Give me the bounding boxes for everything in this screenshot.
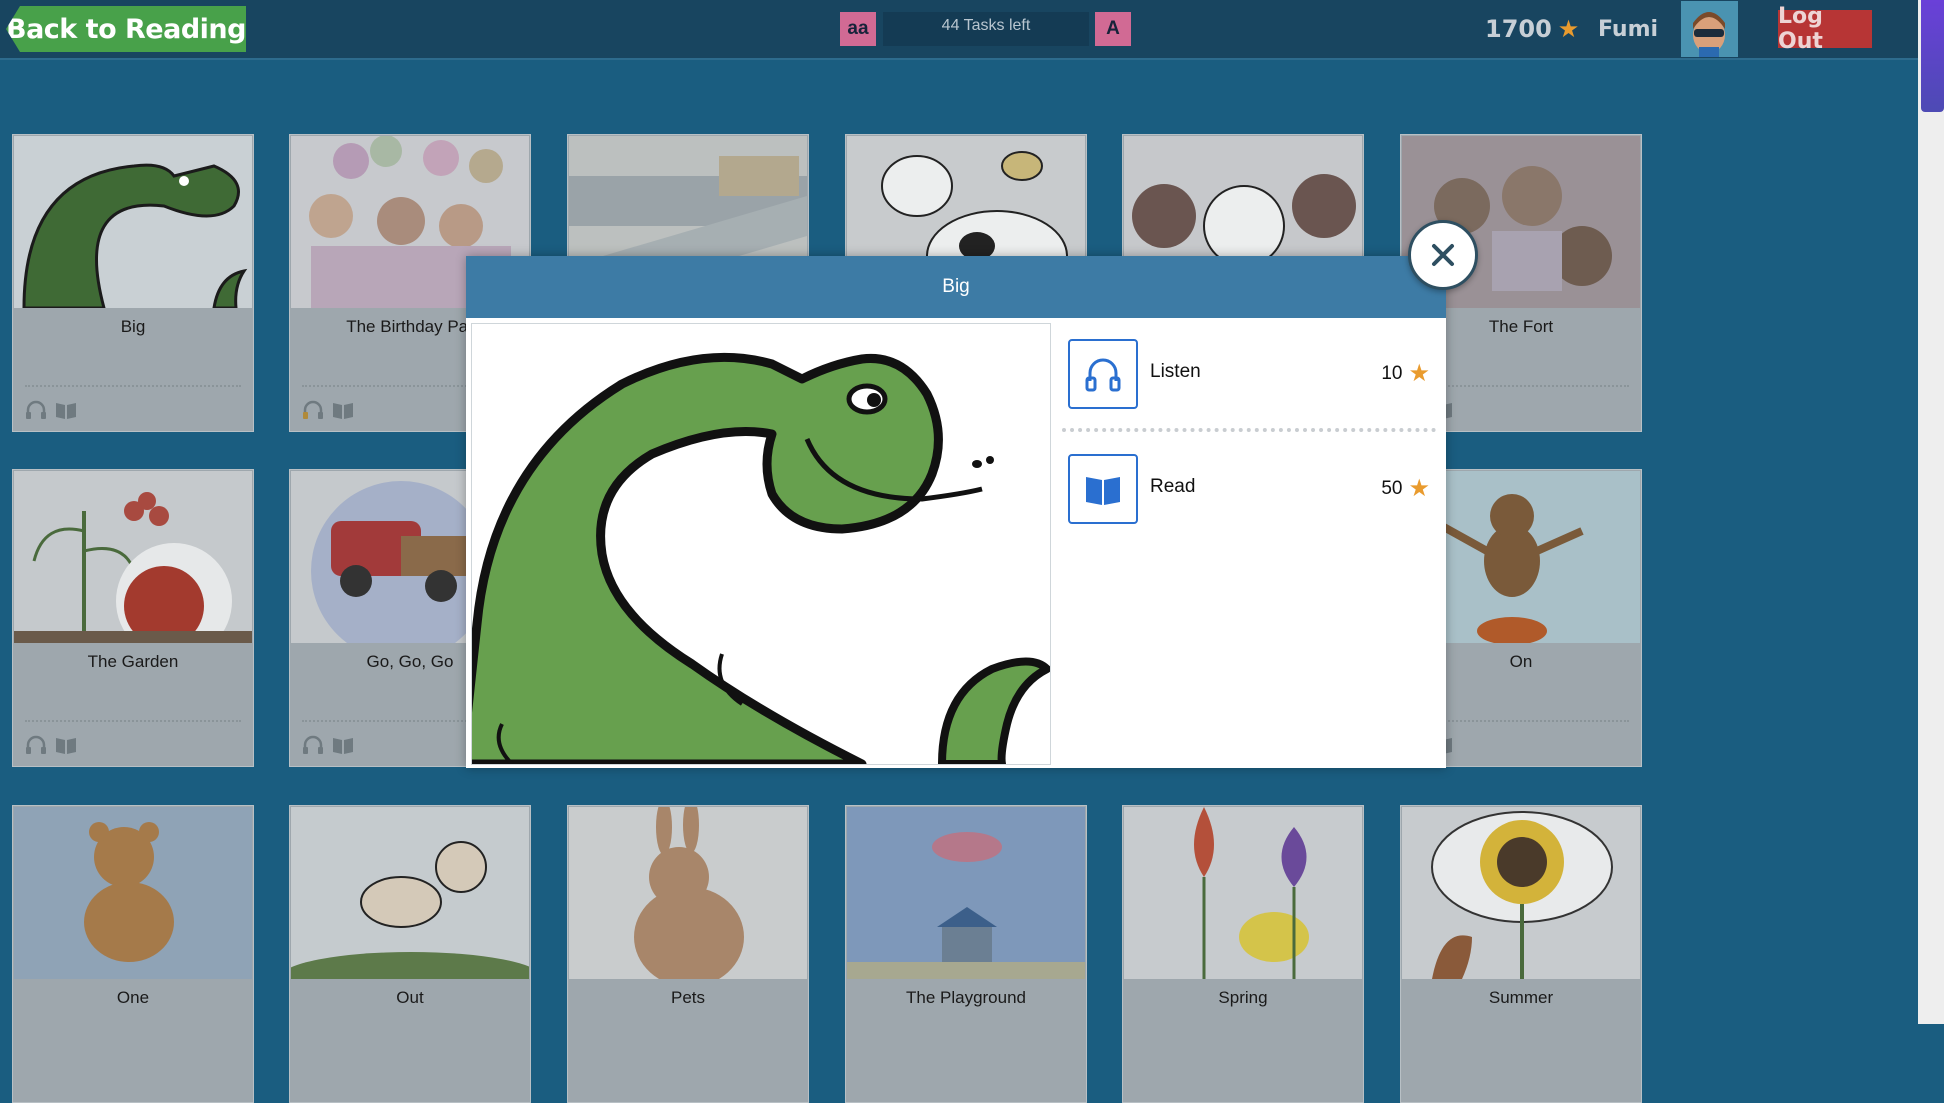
top-bar: Back to Reading aa 44 Tasks left A 1700 … [0, 0, 1918, 60]
tasks-left-counter: 44 Tasks left [883, 12, 1089, 46]
close-dialog-button[interactable] [1408, 220, 1478, 290]
activity-points: 50 ★ [1381, 474, 1430, 503]
close-icon [1432, 244, 1454, 266]
read-activity[interactable]: Read 50 ★ [1068, 454, 1430, 524]
book-cover-image [1402, 807, 1640, 979]
book-icon [56, 403, 76, 419]
headphones-icon [26, 735, 46, 754]
book-card-pets[interactable]: Pets [567, 805, 809, 1103]
book-title: Out [396, 988, 424, 1007]
book-title: Big [120, 317, 146, 336]
scrollbar-thumb[interactable] [1921, 0, 1944, 112]
book-card-spring[interactable]: Spring [1122, 805, 1364, 1103]
book-card-out[interactable]: Out [289, 805, 531, 1103]
book-title: Spring [1218, 988, 1268, 1007]
book-cover-image [14, 136, 252, 308]
book-title: One [116, 988, 150, 1007]
star-icon: ★ [1408, 360, 1430, 387]
book-icon [333, 738, 353, 754]
book-cover-image [569, 807, 807, 979]
book-title: The Playground [905, 988, 1027, 1007]
scrollbar-track[interactable] [1918, 0, 1944, 1024]
headphones-icon [303, 735, 323, 754]
book-card-the-playground[interactable]: The Playground [845, 805, 1087, 1103]
dialog-title: Big [466, 256, 1446, 318]
book-activity-dialog: Big Listen 10 ★ Read 50 ★ [466, 256, 1446, 768]
headphones-icon [303, 400, 323, 419]
book-cover-image [14, 807, 252, 979]
book-cover-image [847, 807, 1085, 979]
points-value: 10 [1381, 362, 1403, 384]
book-title: The Garden [87, 652, 179, 671]
points-value: 1700 [1485, 15, 1552, 43]
book-cover-image [1124, 807, 1362, 979]
font-size-small-button[interactable]: aa [840, 12, 876, 46]
book-cover-large [471, 323, 1051, 765]
listen-button[interactable] [1068, 339, 1138, 409]
divider [25, 720, 241, 722]
headphones-icon [26, 400, 46, 419]
activity-label: Listen [1150, 361, 1201, 382]
book-card-summer[interactable]: Summer [1400, 805, 1642, 1103]
points-value: 50 [1381, 477, 1403, 499]
font-size-large-button[interactable]: A [1095, 12, 1131, 46]
book-icon [56, 738, 76, 754]
book-card-the-garden[interactable]: The Garden [12, 469, 254, 767]
back-to-reading-button[interactable]: Back to Reading [6, 6, 246, 52]
book-icon [1086, 477, 1120, 505]
book-card-big[interactable]: Big [12, 134, 254, 432]
log-out-button[interactable]: Log Out [1778, 4, 1872, 54]
avatar[interactable] [1681, 1, 1738, 57]
book-cover-image [14, 471, 252, 643]
book-icon [333, 403, 353, 419]
username: Fumi [1598, 16, 1659, 42]
divider [1062, 428, 1436, 432]
points-display: 1700 ★ [1485, 14, 1579, 44]
book-title: Pets [670, 988, 706, 1007]
headphones-icon [1085, 358, 1121, 392]
book-cover-image [291, 807, 529, 979]
star-icon: ★ [1408, 475, 1430, 502]
star-icon: ★ [1557, 15, 1580, 43]
listen-activity[interactable]: Listen 10 ★ [1068, 339, 1430, 409]
activity-label: Read [1150, 476, 1196, 497]
divider [25, 385, 241, 387]
read-button[interactable] [1068, 454, 1138, 524]
activity-points: 10 ★ [1381, 359, 1430, 388]
book-card-one[interactable]: One [12, 805, 254, 1103]
book-title: Summer [1488, 988, 1554, 1007]
